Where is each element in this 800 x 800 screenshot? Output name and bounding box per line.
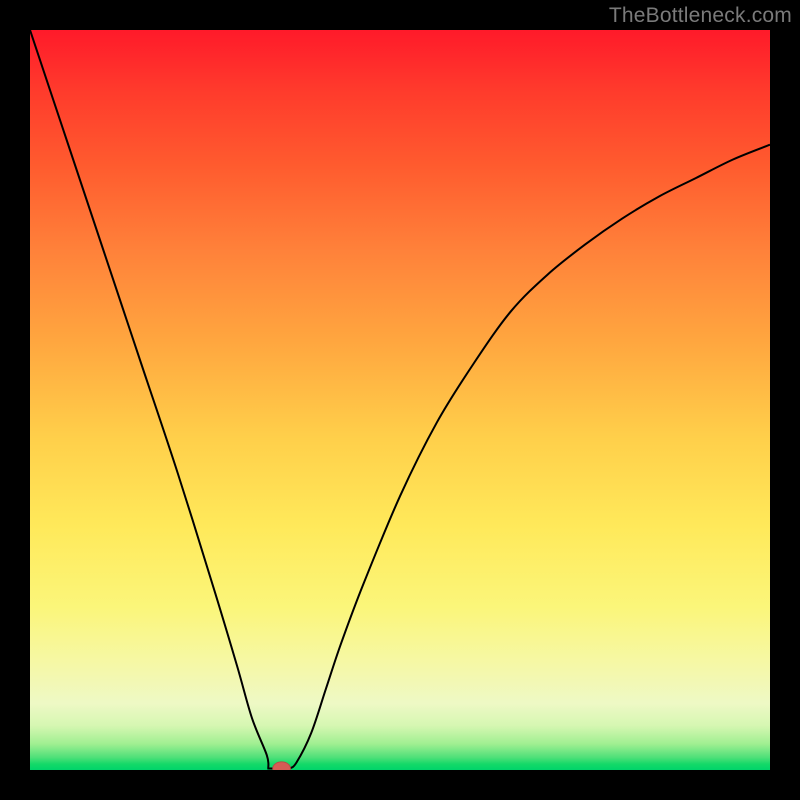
minimum-marker bbox=[273, 762, 291, 770]
watermark-text: TheBottleneck.com bbox=[609, 4, 792, 28]
curve-layer bbox=[30, 30, 770, 770]
bottleneck-curve bbox=[30, 30, 770, 769]
chart-frame: TheBottleneck.com bbox=[0, 0, 800, 800]
plot-area bbox=[30, 30, 770, 770]
